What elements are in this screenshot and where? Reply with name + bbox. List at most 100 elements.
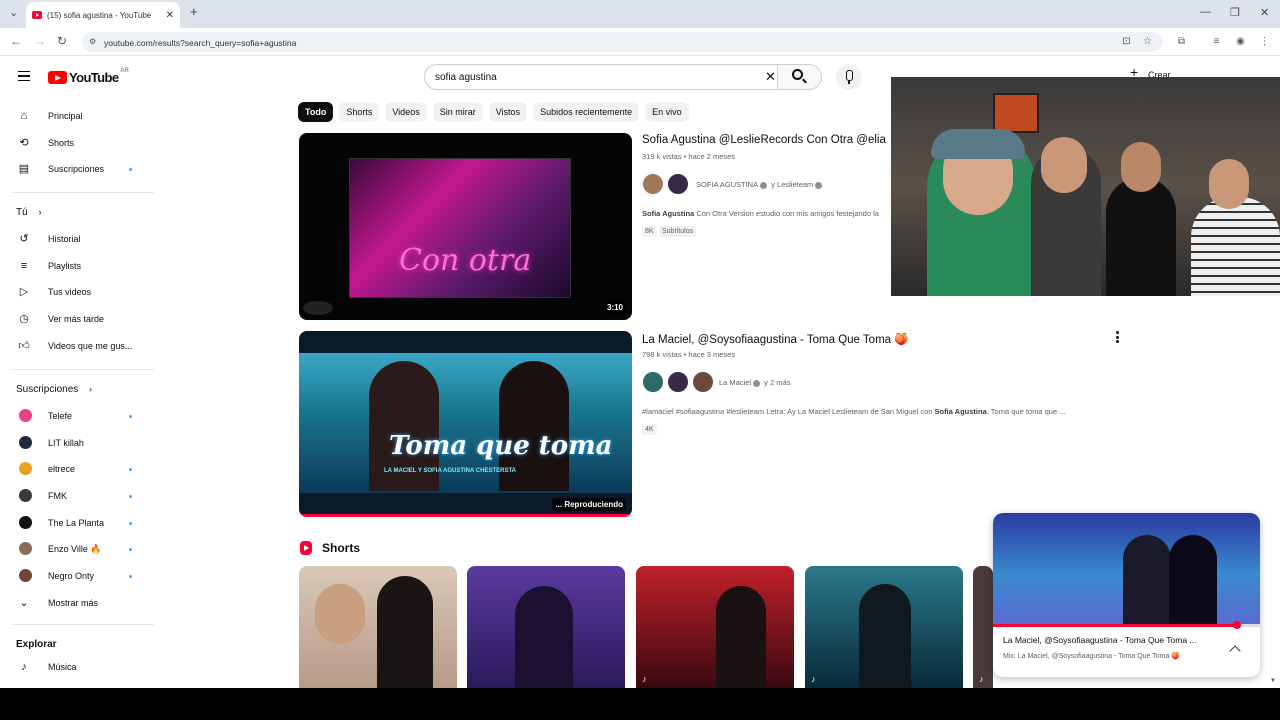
sidebar-item-label: Videos que me gus...: [48, 341, 133, 351]
verified-check-icon: [760, 181, 768, 189]
bookmark-star-icon[interactable]: ☆: [1142, 36, 1153, 47]
sidebar-sub-fmk[interactable]: FMK: [0, 483, 154, 509]
miniplayer[interactable]: La Maciel, @Soysofiaagustina - Toma Que …: [993, 513, 1260, 677]
media-controls-icon[interactable]: ≡: [1211, 36, 1222, 47]
clear-search-icon[interactable]: ✕: [765, 69, 776, 85]
channel-avatar[interactable]: [692, 371, 714, 393]
shorts-icon: ⟲: [19, 137, 29, 149]
short-card[interactable]: [467, 566, 625, 688]
close-window-icon[interactable]: ✕: [1260, 6, 1269, 19]
expand-chevron-icon[interactable]: [1229, 645, 1241, 657]
chip-unwatched[interactable]: Sin mirar: [432, 102, 483, 122]
sidebar-item-label: Suscripciones: [48, 164, 105, 174]
channel-avatar[interactable]: [642, 371, 664, 393]
reload-icon[interactable]: ↻: [57, 34, 67, 48]
history-icon: ↺: [19, 233, 29, 245]
channel-avatar[interactable]: [667, 371, 689, 393]
sidebar-item-principal[interactable]: ⌂ Principal: [0, 103, 154, 129]
subscriptions-section-header[interactable]: Suscripciones ›: [16, 384, 92, 395]
profile-icon[interactable]: ◉: [1235, 36, 1246, 47]
short-card[interactable]: ♪: [973, 566, 993, 688]
forward-icon[interactable]: →: [34, 34, 46, 48]
youtube-logo[interactable]: YouTube AR: [48, 67, 129, 85]
search-input[interactable]: [435, 70, 755, 85]
sidebar-item-liked-videos[interactable]: 👍︎ Videos que me gus...: [0, 333, 154, 359]
more-actions-icon[interactable]: [1116, 331, 1120, 343]
chip-videos[interactable]: Videos: [385, 102, 427, 122]
new-tab-icon[interactable]: +: [190, 4, 198, 19]
voice-search-icon[interactable]: [836, 64, 862, 90]
install-app-icon[interactable]: ⊡: [1121, 36, 1132, 47]
sidebar-sub-the-la-planta[interactable]: The La Planta: [0, 510, 154, 536]
sidebar-item-watch-later[interactable]: ◷ Ver más tarde: [0, 306, 154, 332]
badge-quality: 4K: [642, 424, 657, 435]
sidebar-sub-lit-killah[interactable]: LIT killah: [0, 430, 154, 456]
channel-avatar[interactable]: [642, 173, 664, 195]
sidebar-item-music[interactable]: ♪ Música: [0, 654, 154, 680]
sidebar-sub-telefe[interactable]: Telefe: [0, 403, 154, 429]
channel-line-2[interactable]: La Maciel y 2 más: [719, 378, 790, 387]
you-section-header[interactable]: Tú ›: [16, 207, 41, 218]
chip-shorts[interactable]: Shorts: [339, 102, 380, 122]
filter-chips-bar: Todo Shorts Videos Sin mirar Vistos Subi…: [298, 102, 689, 122]
channel-name: La Maciel: [719, 378, 752, 387]
chip-watched[interactable]: Vistos: [488, 102, 528, 122]
chip-todo[interactable]: Todo: [298, 102, 334, 122]
sidebar-item-label: Shorts: [48, 138, 75, 148]
sidebar-item-playlists[interactable]: ≡ Playlists: [0, 253, 154, 279]
webcam-person-cap: [931, 129, 1025, 159]
sidebar-item-label: Telefe: [48, 411, 73, 421]
desc-highlight: Sofia Agustina: [642, 209, 695, 218]
back-icon[interactable]: ←: [10, 34, 22, 48]
channel-avatar[interactable]: [667, 173, 689, 195]
sidebar-item-subscriptions[interactable]: ▤ Suscripciones: [0, 156, 154, 182]
url-field[interactable]: ⚙ youtube.com/results?search_query=sofia…: [82, 32, 1162, 52]
video-thumbnail-1[interactable]: Con otra 3:10: [299, 133, 632, 320]
badge-quality: 8K: [642, 226, 657, 237]
home-icon: ⌂: [20, 110, 28, 122]
tab-youtube[interactable]: (15) sofia agustina - YouTube ✕: [26, 2, 180, 28]
sidebar-item-label: Historial: [48, 234, 81, 244]
search-button[interactable]: [777, 65, 821, 89]
sidebar-item-shorts[interactable]: ⟲ Shorts: [0, 130, 154, 156]
sidebar-sub-eltrece[interactable]: eltrece: [0, 456, 154, 482]
close-tab-icon[interactable]: ✕: [166, 10, 174, 21]
logo-text: YouTube: [69, 70, 119, 85]
sidebar-sub-negro-onty[interactable]: Negro Onty: [0, 563, 154, 589]
chip-live[interactable]: En vivo: [645, 102, 689, 122]
browser-menu-icon[interactable]: ⋮: [1259, 36, 1270, 47]
video-title-2[interactable]: La Maciel, @Soysofiaagustina - Toma Que …: [642, 332, 909, 346]
miniplayer-scrubber[interactable]: [1233, 621, 1241, 629]
now-playing-label: ... Reproduciendo: [552, 498, 626, 511]
video-title-1[interactable]: Sofia Agustina @LeslieRecords Con Otra @…: [642, 134, 886, 146]
shorts-shelf-header: Shorts: [300, 541, 360, 555]
guide-menu-icon[interactable]: [18, 71, 30, 81]
miniplayer-figure: [1169, 535, 1217, 625]
channel-avatar: [19, 436, 32, 449]
you-label: Tú: [16, 207, 28, 218]
chip-recently-uploaded[interactable]: Subidos recientemente: [533, 102, 640, 122]
short-card[interactable]: ♪: [805, 566, 963, 688]
sidebar-sub-enzo-ville[interactable]: Enzo Ville 🔥: [0, 536, 154, 562]
tab-search-chevron-icon[interactable]: ⌄: [9, 6, 18, 19]
sidebar-show-more[interactable]: ⌄ Mostrar más: [0, 590, 154, 616]
sidebar-item-your-videos[interactable]: ▷ Tus videos: [0, 279, 154, 305]
webcam-person: [1106, 177, 1176, 296]
like-icon: 👍︎: [18, 340, 30, 352]
video-description-1: Sofia Agustina Con Otra Version estudio …: [642, 209, 879, 218]
desc-highlight: Sofia Agustina: [934, 407, 987, 416]
scrollbar-down-arrow-icon[interactable]: ▼: [1270, 678, 1276, 684]
sidebar-item-label: Tus videos: [48, 287, 92, 297]
short-figure: [859, 584, 911, 688]
short-card[interactable]: ♪: [636, 566, 794, 688]
short-card[interactable]: [299, 566, 457, 688]
miniplayer-progress-track[interactable]: [993, 624, 1260, 627]
site-info-icon[interactable]: ⚙: [89, 37, 96, 46]
minimize-icon[interactable]: —: [1200, 6, 1211, 18]
extensions-icon[interactable]: ⧉: [1176, 36, 1187, 47]
maximize-icon[interactable]: ❐: [1230, 6, 1240, 19]
sidebar-item-history[interactable]: ↺ Historial: [0, 226, 154, 252]
channel-line-1[interactable]: SOFIA AGUSTINA y Leslieteam: [696, 180, 823, 189]
video-thumbnail-2[interactable]: Toma que toma LA MACIEL Y SOFIA AGUSTINA…: [299, 331, 632, 517]
region-code: AR: [120, 67, 129, 74]
